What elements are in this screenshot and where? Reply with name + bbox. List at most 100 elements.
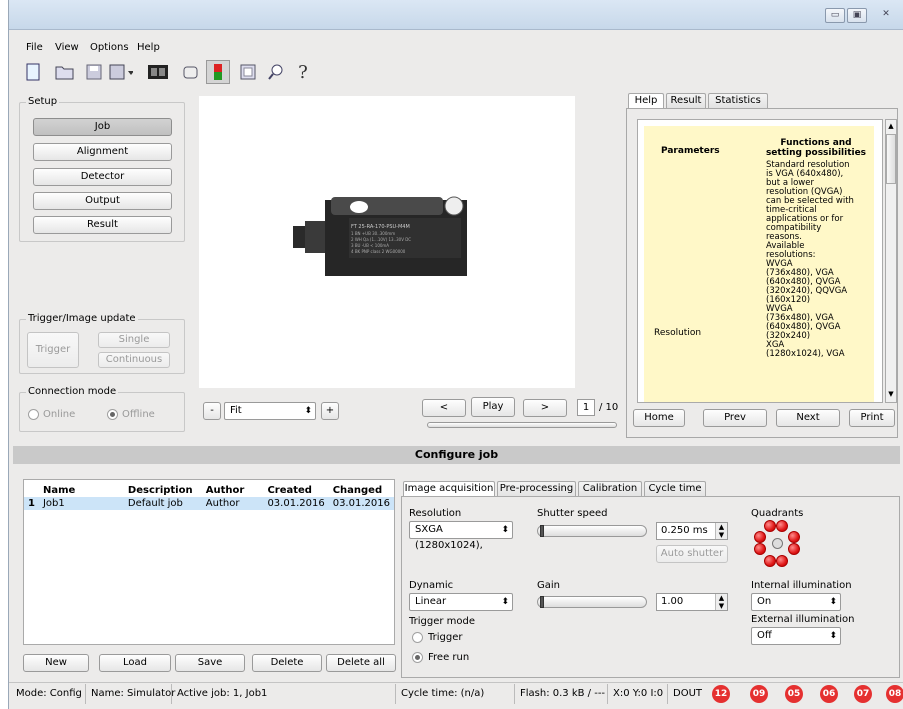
frame-number-field[interactable]: 1 [577,399,595,416]
application-window: ▭ ▣ ✕ File View Options Help ? Setup Job… [8,0,903,709]
trigger-mode-free-run-radio[interactable] [412,652,423,663]
help-question-icon[interactable]: ? [291,60,315,84]
sensor-label-line5: 4 BK PNP class 2 WG00000 [351,249,406,254]
shutter-slider-handle[interactable] [540,525,544,537]
quadrants-label: Quadrants [751,508,804,519]
new-file-icon[interactable] [21,60,45,84]
detector-button[interactable]: Detector [33,168,172,186]
quadrant-led-bottom-right[interactable] [776,555,788,567]
menu-view[interactable]: View [55,42,79,53]
output-button[interactable]: Output [33,192,172,210]
table-row[interactable]: 1 Job1 Default job Author 03.01.2016 03.… [24,497,394,510]
new-job-button[interactable]: New [23,654,89,672]
gain-field[interactable]: 1.00 ▲ ▼ [656,593,728,611]
trigger-mode-trigger-radio[interactable] [412,632,423,643]
single-button[interactable]: Single [98,332,170,348]
load-job-button[interactable]: Load [99,654,171,672]
spinner-arrows-icon[interactable]: ▲ ▼ [715,594,727,610]
quadrant-led-right-top[interactable] [788,531,800,543]
tab-calibration[interactable]: Calibration [578,481,642,497]
col-author[interactable]: Author [202,484,264,497]
dout-led-07: 07 [854,685,872,703]
online-radio[interactable] [28,409,39,420]
menu-file[interactable]: File [26,42,43,53]
sensor-icon[interactable] [206,60,230,84]
tab-image-acquisition[interactable]: Image acquisition [403,481,495,497]
shutter-slider[interactable] [537,525,647,537]
close-button[interactable]: ✕ [875,8,897,23]
quadrant-led-left-top[interactable] [754,531,766,543]
help-home-button[interactable]: Home [633,409,685,427]
online-label: Online [43,409,76,420]
zoom-select[interactable]: Fit ⬍ [224,402,316,420]
help-table: Parameters Functions and setting possibi… [644,126,874,402]
help-scrollbar[interactable]: ▲ ▼ [885,119,897,403]
col-name[interactable]: Name [39,484,124,497]
jobs-table: Name Description Author Created Changed … [23,479,395,645]
col-created[interactable]: Created [263,484,328,497]
play-button[interactable]: Play [471,397,515,417]
tablet-icon[interactable] [236,60,260,84]
save-as-icon[interactable] [109,60,133,84]
tab-pre-processing[interactable]: Pre-processing [497,481,576,497]
menu-help[interactable]: Help [137,42,160,53]
help-print-button[interactable]: Print [849,409,895,427]
dynamic-select[interactable]: Linear ⬍ [409,593,513,611]
help-prev-button[interactable]: Prev [703,409,767,427]
chevron-updown-icon: ⬍ [304,406,312,416]
quadrant-led-top-left[interactable] [764,520,776,532]
spinner-arrows-icon[interactable]: ▲ ▼ [715,523,727,539]
row-author: Author [205,498,240,509]
tab-cycle-time[interactable]: Cycle time [644,481,706,497]
zoom-in-button[interactable]: + [321,402,339,420]
external-illumination-select[interactable]: Off ⬍ [751,627,841,645]
auto-shutter-button[interactable]: Auto shutter [656,545,728,563]
save-job-button[interactable]: Save [175,654,245,672]
quadrant-led-top-right[interactable] [776,520,788,532]
scroll-down-icon[interactable]: ▼ [886,388,896,400]
quadrant-led-left-bottom[interactable] [754,543,766,555]
menu-options[interactable]: Options [90,42,129,53]
delete-all-button[interactable]: Delete all [326,654,396,672]
job-button[interactable]: Job [33,118,172,136]
quadrant-led-bottom-left[interactable] [764,555,776,567]
search-icon[interactable] [264,60,288,84]
eraser-icon[interactable] [179,60,203,84]
scroll-up-icon[interactable]: ▲ [886,120,896,132]
offline-radio[interactable] [107,409,118,420]
shutter-field[interactable]: 0.250 ms ▲ ▼ [656,522,728,540]
zoom-out-button[interactable]: - [203,402,221,420]
minimize-button[interactable]: ▭ [825,8,845,23]
result-button[interactable]: Result [33,216,172,234]
col-description[interactable]: Description [124,484,202,497]
chevron-updown-icon: ⬍ [829,631,837,641]
quadrant-led-right-bottom[interactable] [788,543,800,555]
frame-slider[interactable] [427,422,617,428]
scroll-thumb[interactable] [886,134,896,184]
col-changed[interactable]: Changed [329,484,394,497]
gain-slider-handle[interactable] [540,596,544,608]
open-folder-icon[interactable] [53,60,77,84]
tab-help[interactable]: Help [628,93,664,108]
film-strip-icon[interactable] [146,60,170,84]
trigger-label: Trigger/Image update [26,313,138,324]
previous-image-button[interactable]: < [422,399,466,417]
delete-job-button[interactable]: Delete [252,654,322,672]
gain-slider[interactable] [537,596,647,608]
internal-illumination-value: On [757,596,772,607]
help-col-functions: Functions and setting possibilities [765,138,867,158]
resolution-select[interactable]: SXGA (1280x1024), ⬍ [409,521,513,551]
maximize-button[interactable]: ▣ [847,8,867,23]
quadrant-center-icon[interactable] [772,538,783,549]
next-image-button[interactable]: > [523,399,567,417]
save-icon[interactable] [82,60,106,84]
alignment-button[interactable]: Alignment [33,143,172,161]
trigger-button[interactable]: Trigger [27,332,79,368]
internal-illumination-select[interactable]: On ⬍ [751,593,841,611]
image-viewer[interactable]: FT 25-RA-170-PSU-M4M 1 BN +UB 30..300mm … [199,96,575,388]
title-bar: ▭ ▣ ✕ [9,0,903,30]
help-next-button[interactable]: Next [776,409,840,427]
continuous-button[interactable]: Continuous [98,352,170,368]
tab-statistics[interactable]: Statistics [708,93,768,108]
tab-result[interactable]: Result [666,93,706,108]
